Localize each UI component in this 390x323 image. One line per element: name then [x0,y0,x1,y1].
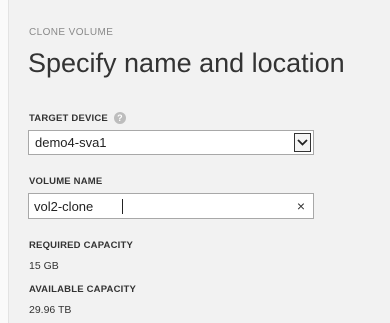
available-capacity-label-text: AVAILABLE CAPACITY [29,284,137,295]
required-capacity-value: 15 GB [29,260,59,272]
target-device-label-text: TARGET DEVICE [29,112,108,124]
close-icon[interactable]: × [297,198,305,214]
target-device-value: demo4-sva1 [35,135,107,150]
volume-name-field[interactable]: × [28,193,314,219]
help-icon[interactable]: ? [113,112,126,124]
volume-name-input[interactable] [34,197,274,215]
available-capacity-value: 29.96 TB [29,304,72,316]
volume-name-label: VOLUME NAME [29,176,102,187]
target-device-label: TARGET DEVICE ? [29,112,126,124]
left-panel-edge [0,0,9,323]
wizard-step-label: CLONE VOLUME [29,27,114,38]
target-device-select[interactable]: demo4-sva1 [28,130,314,155]
volume-name-label-text: VOLUME NAME [29,176,103,187]
chevron-down-icon[interactable] [294,133,311,152]
required-capacity-label: REQUIRED CAPACITY [29,240,133,251]
available-capacity-label: AVAILABLE CAPACITY [29,284,136,295]
required-capacity-label-text: REQUIRED CAPACITY [29,240,134,251]
page-title: Specify name and location [28,48,345,78]
text-caret [122,199,123,214]
